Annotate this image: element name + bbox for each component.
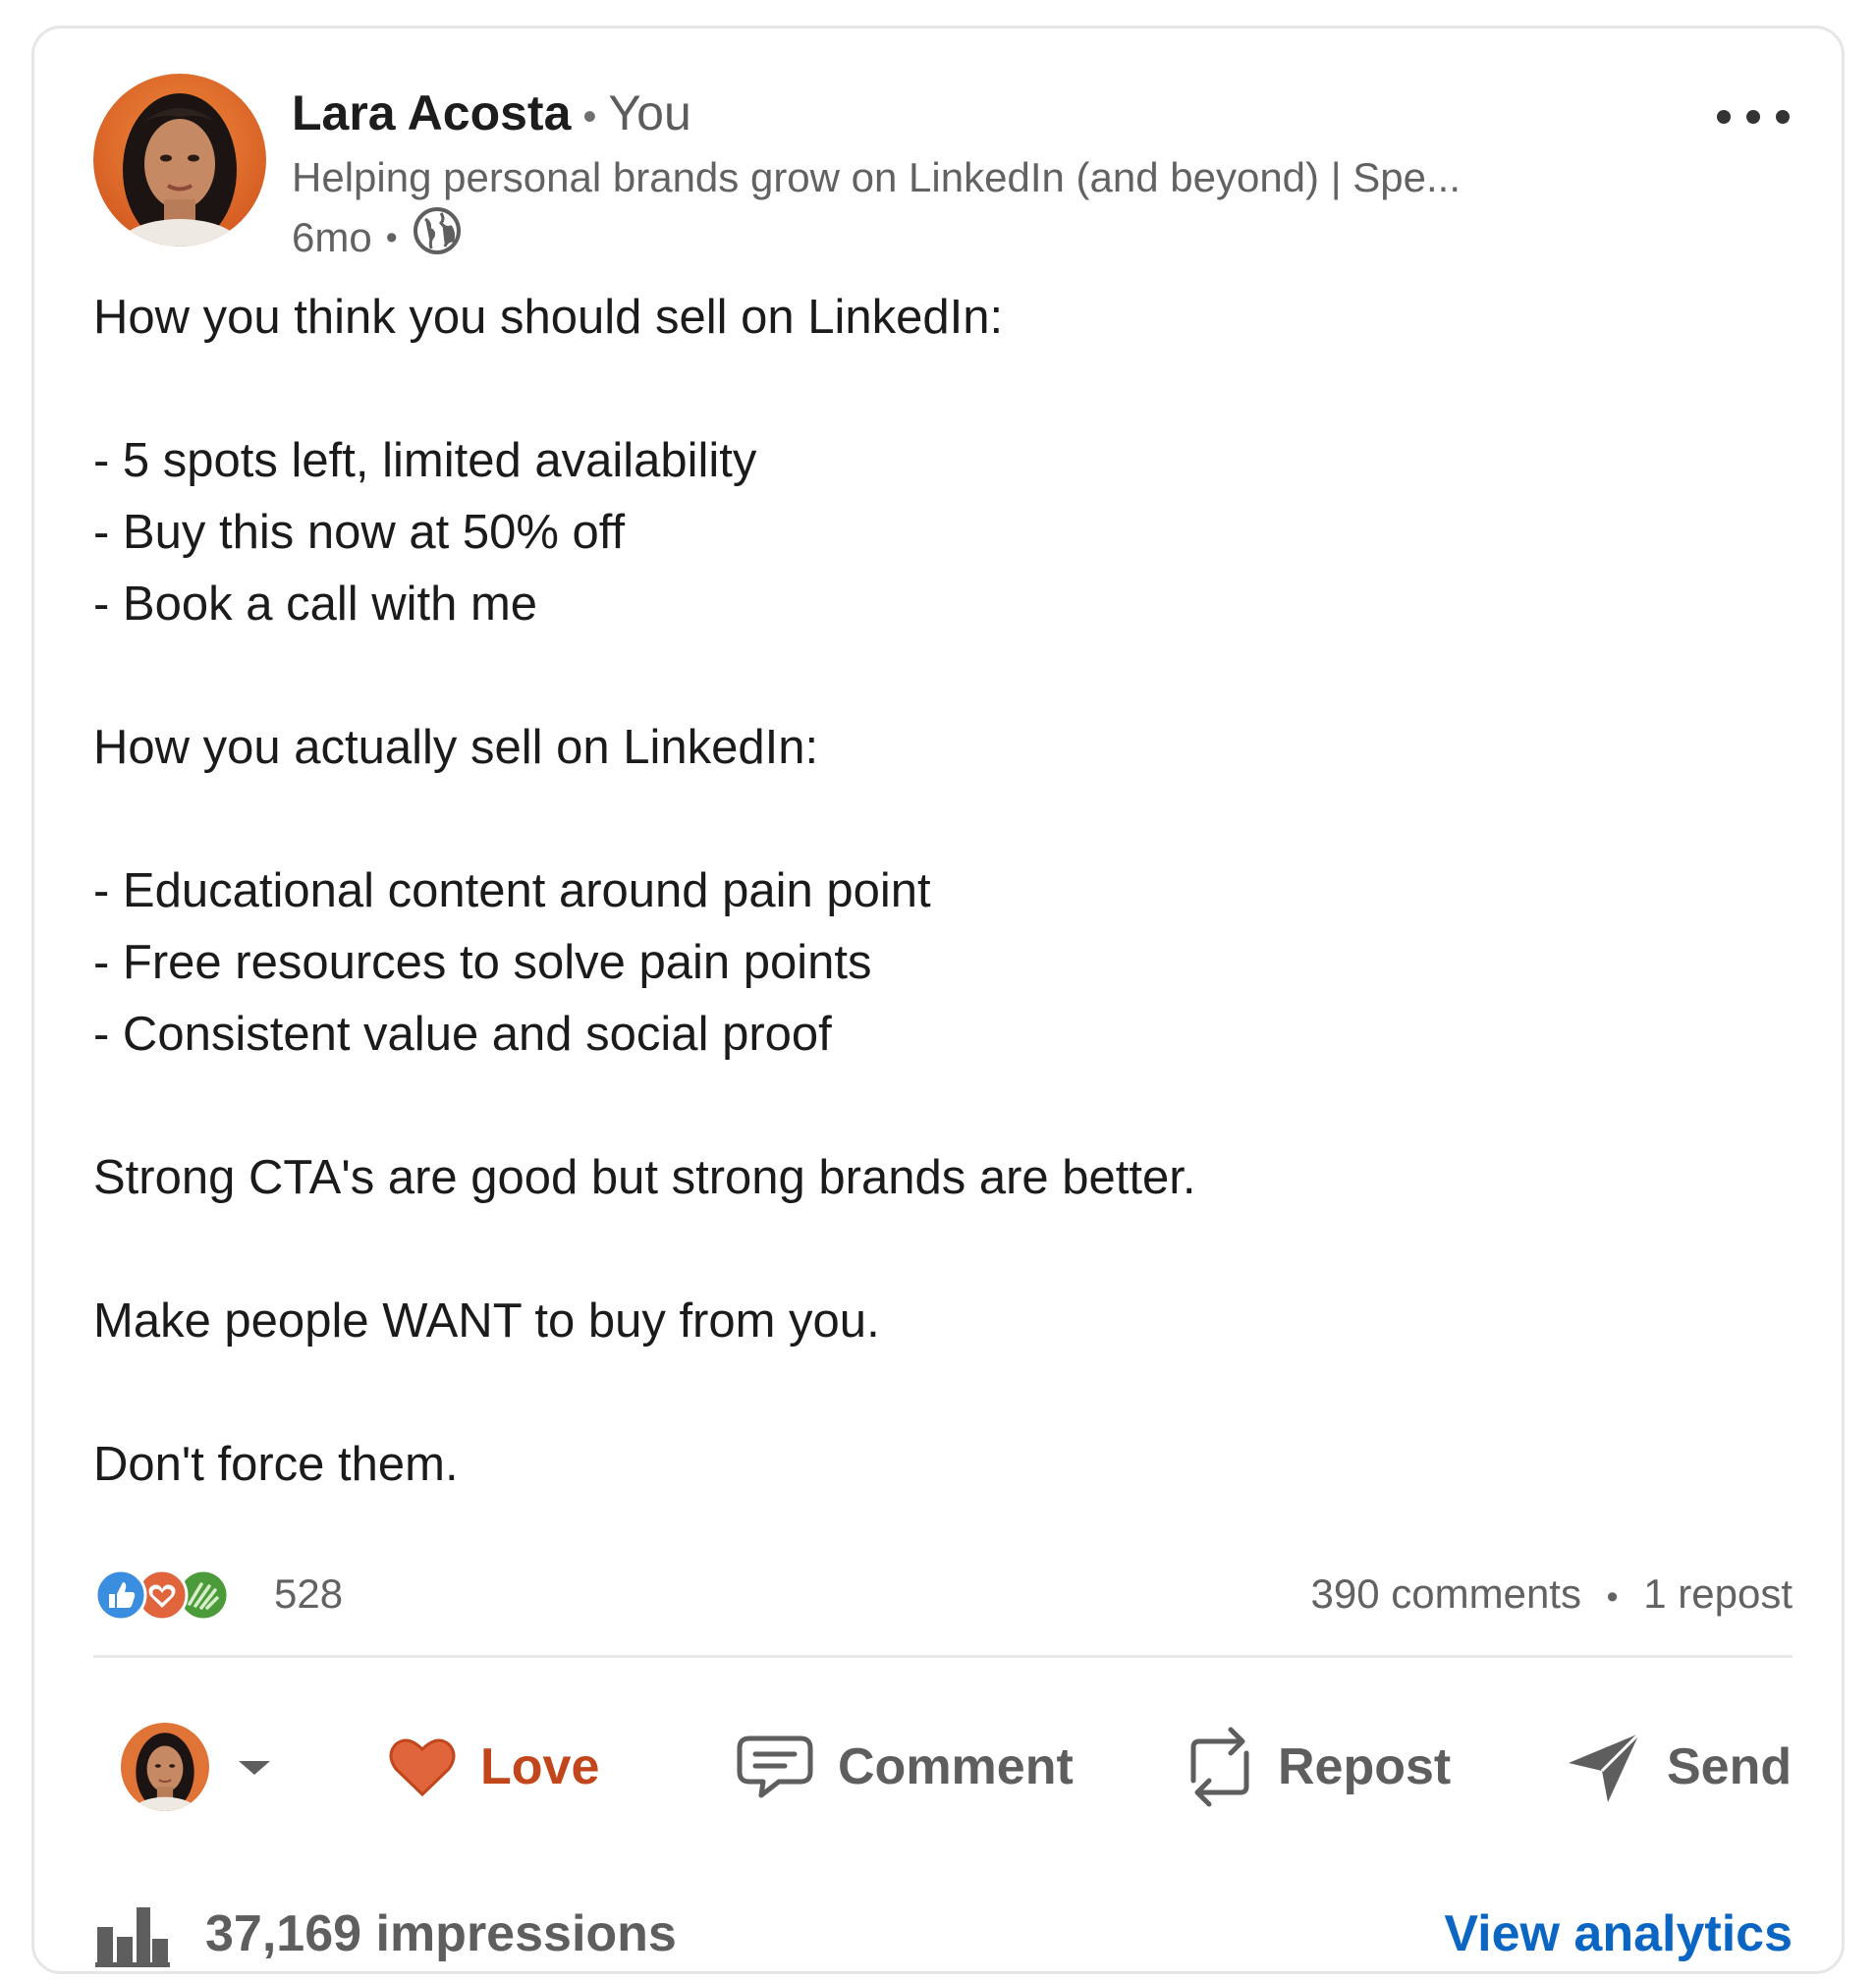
actor-avatar (121, 1723, 209, 1811)
post-line: - Buy this now at 50% off (93, 506, 626, 559)
post-line: How you think you should sell on LinkedI… (93, 291, 1004, 344)
reaction-count[interactable]: 528 (274, 1563, 343, 1625)
post-line (93, 784, 1793, 855)
love-button[interactable]: Love (388, 1698, 599, 1836)
more-horizontal-icon (1717, 110, 1790, 124)
post-line (93, 1071, 1793, 1142)
post-line: - 5 spots left, limited availability (93, 434, 757, 487)
repost-icon (1190, 1727, 1249, 1807)
post-line: Strong CTA's are good but strong brands … (93, 1151, 1196, 1204)
action-bar: Love Comment Repost Send (93, 1698, 1793, 1836)
social-counts: 528 390 comments • 1 repost (93, 1563, 1793, 1625)
more-options-button[interactable] (1704, 87, 1802, 146)
love-icon (389, 1738, 456, 1797)
author-relation: You (608, 85, 691, 140)
post-line: - Book a call with me (93, 578, 538, 631)
caret-down-icon (239, 1761, 270, 1775)
post-line: - Consistent value and social proof (93, 1008, 832, 1061)
view-analytics-link[interactable]: View analytics (1444, 1895, 1793, 1973)
reposts-count[interactable]: 1 repost (1643, 1570, 1793, 1617)
comments-count[interactable]: 390 comments (1311, 1570, 1581, 1617)
stats-separator: • (1606, 1578, 1619, 1616)
impressions-link[interactable]: 37,169 impressions (93, 1895, 677, 1973)
author-avatar[interactable] (93, 74, 266, 247)
post-line: - Free resources to solve pain points (93, 936, 872, 989)
impressions-count: 37,169 impressions (205, 1905, 677, 1962)
send-icon (1569, 1732, 1641, 1802)
comment-button[interactable]: Comment (736, 1698, 1074, 1836)
post-line: Don't force them. (93, 1438, 459, 1491)
meta-separator: • (385, 219, 398, 256)
react-as-selector[interactable] (121, 1698, 274, 1836)
post-meta: 6mo • (292, 205, 463, 270)
post-line: - Educational content around pain point (93, 864, 931, 917)
reaction-icons[interactable] (93, 1569, 241, 1622)
analytics-footer: 37,169 impressions View analytics (93, 1895, 1793, 1973)
divider (93, 1655, 1793, 1658)
send-button[interactable]: Send (1565, 1698, 1792, 1836)
post-line: Make people WANT to buy from you. (93, 1294, 880, 1348)
post-line (93, 1357, 1793, 1429)
like-icon (94, 1569, 147, 1622)
globe-icon (412, 205, 463, 270)
author-line: Lara Acosta • You (292, 82, 691, 148)
author-separator: • (582, 95, 597, 138)
analytics-bar-icon (95, 1907, 170, 1967)
post-line (93, 354, 1793, 425)
author-name[interactable]: Lara Acosta (292, 85, 571, 140)
send-label: Send (1667, 1738, 1793, 1795)
love-label: Love (480, 1738, 600, 1795)
post-card: Lara Acosta • You Helping personal brands … (31, 26, 1845, 1974)
author-headline: Helping personal brands grow on LinkedIn… (292, 154, 1462, 200)
repost-button[interactable]: Repost (1186, 1698, 1451, 1836)
post-body: How you think you should sell on LinkedI… (93, 282, 1793, 1501)
comment-label: Comment (838, 1738, 1074, 1795)
post-time: 6mo (292, 214, 372, 260)
post-line (93, 640, 1793, 712)
comment-icon (737, 1735, 813, 1798)
repost-label: Repost (1278, 1738, 1452, 1795)
post-line: How you actually sell on LinkedIn: (93, 721, 819, 774)
stats-right: 390 comments • 1 repost (1311, 1563, 1793, 1628)
post-line (93, 1214, 1793, 1286)
